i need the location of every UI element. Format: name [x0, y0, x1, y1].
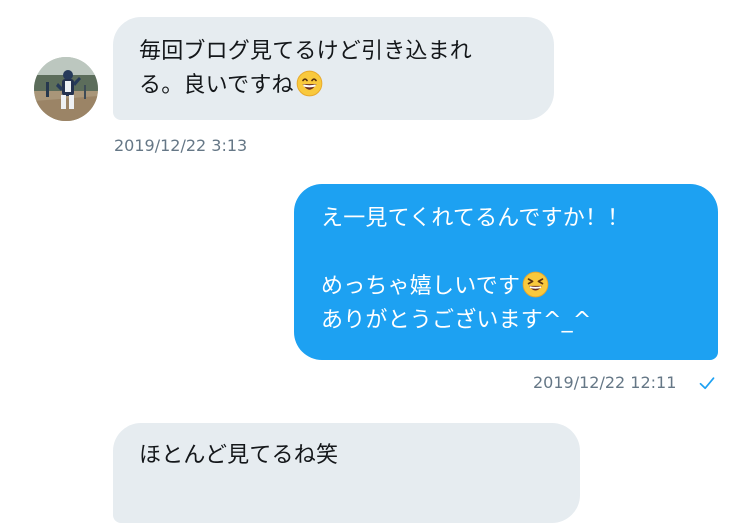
laughing-face-icon [522, 271, 549, 298]
message-timestamp: 2019/12/22 12:11 [533, 373, 677, 392]
message-text-line: めっちゃ嬉しいです [321, 274, 521, 299]
message-text-line: る。良いですね [139, 73, 294, 98]
message-text-line: ありがとうございます^_^ [321, 308, 592, 333]
grinning-squinting-face-icon [296, 70, 323, 97]
incoming-message-bubble[interactable]: 毎回ブログ見てるけど引き込まれ る。良いですね [113, 17, 554, 120]
message-text-line: 毎回ブログ見てるけど引き込まれ [139, 39, 473, 64]
message-text-line: え一見てくれてるんですか！！ [321, 206, 630, 231]
message-timestamp: 2019/12/22 3:13 [114, 136, 248, 155]
outgoing-message-bubble[interactable]: え一見てくれてるんですか！！ めっちゃ嬉しいです ありがとうございます^_^ [294, 184, 718, 360]
sender-avatar[interactable] [34, 57, 98, 121]
message-text-line: ほとんど見てるね笑 [139, 443, 339, 468]
check-icon [699, 377, 715, 390]
incoming-message-bubble[interactable]: ほとんど見てるね笑 [113, 423, 580, 523]
baseball-player-photo [34, 57, 98, 121]
